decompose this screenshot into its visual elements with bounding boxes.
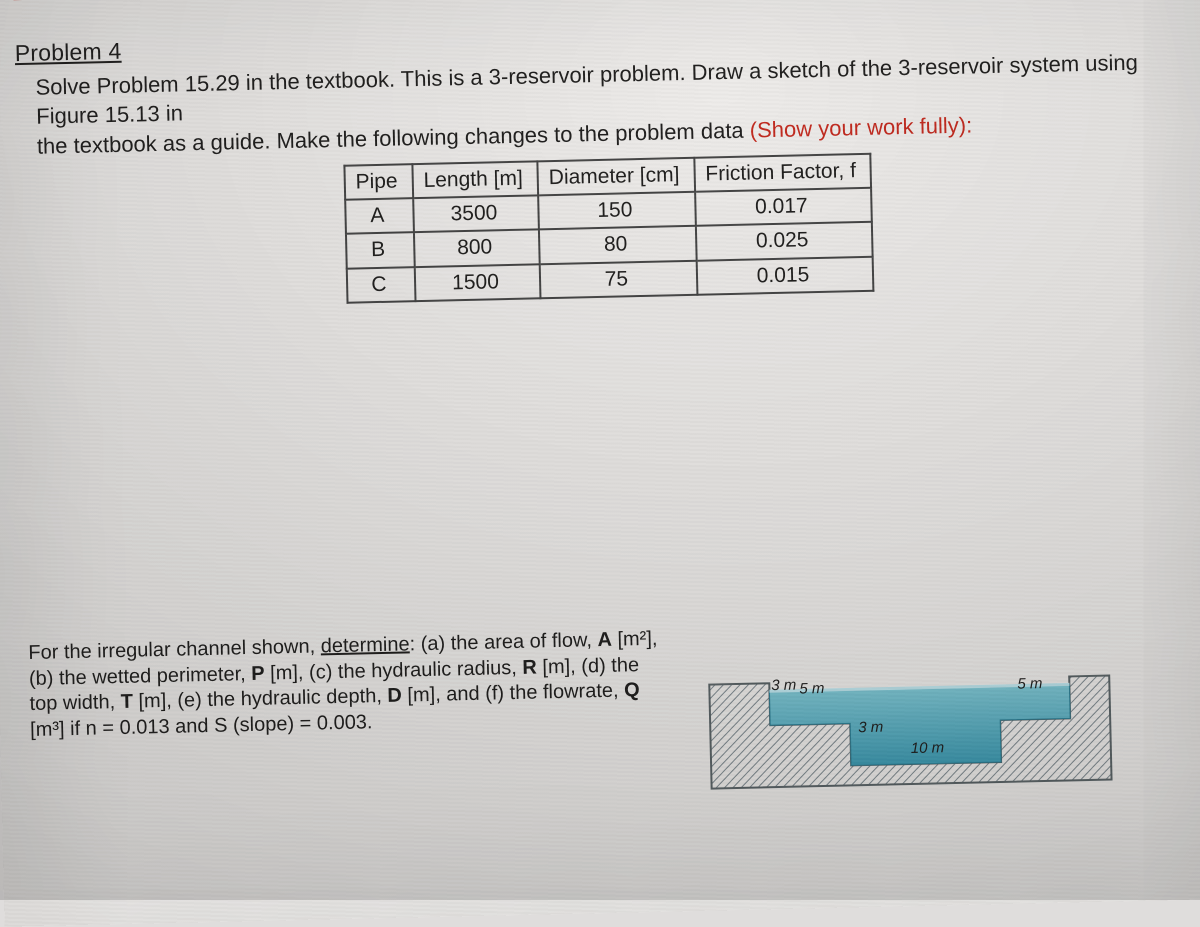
label-mid-depth: 3 m — [858, 718, 883, 739]
cell-length: 3500 — [413, 195, 539, 232]
label-left-depth: 3 m — [771, 676, 796, 697]
txt: [m], (e) the hydraulic depth, — [133, 685, 388, 713]
pipe-table: Pipe Length [m] Diameter [cm] Friction F… — [343, 153, 875, 304]
cell-friction: 0.017 — [695, 188, 872, 226]
txt: [m³] if n = 0.013 and S (slope) = 0.003. — [30, 711, 373, 741]
channel-problem-text: For the irregular channel shown, determi… — [28, 627, 670, 744]
txt: : (a) the area of flow, — [409, 629, 597, 655]
show-work-phrase: (Show your work fully): — [749, 113, 972, 143]
var-A: A — [597, 629, 612, 651]
col-diameter: Diameter [cm] — [537, 158, 694, 196]
channel-cross-section-figure: 3 m 5 m 5 m 3 m 10 m — [698, 616, 1122, 825]
var-T: T — [120, 691, 133, 713]
txt-determine: determine — [320, 634, 409, 658]
cell-friction: 0.015 — [696, 257, 873, 295]
page-content: Show your work fully. Problem 4 Solve Pr… — [0, 0, 1200, 842]
var-Q: Q — [624, 680, 640, 702]
cell-friction: 0.025 — [696, 222, 873, 260]
label-bottom: 10 m — [911, 738, 945, 759]
cell-diameter: 75 — [540, 261, 697, 299]
partial-previous-line: Show your work fully. — [13, 0, 1193, 4]
var-D: D — [387, 685, 402, 707]
txt: For the irregular channel shown, — [28, 636, 321, 665]
channel-problem-block: For the irregular channel shown, determi… — [28, 614, 1200, 841]
var-P: P — [251, 662, 265, 684]
txt: [m], (c) the hydraulic radius, — [264, 657, 522, 685]
col-pipe: Pipe — [344, 164, 413, 200]
cell-diameter: 150 — [538, 192, 695, 230]
txt: [m], and (f) the flowrate, — [402, 680, 625, 707]
cell-length: 800 — [414, 230, 540, 267]
cell-pipe: C — [347, 267, 416, 303]
col-friction: Friction Factor, f — [694, 154, 871, 192]
label-right-top: 5 m — [1017, 674, 1042, 695]
cell-length: 1500 — [415, 264, 541, 301]
cell-pipe: A — [345, 198, 414, 234]
col-length: Length [m] — [412, 161, 538, 198]
document-page: Show your work fully. Problem 4 Solve Pr… — [0, 0, 1200, 927]
label-left-top: 5 m — [799, 679, 824, 700]
cell-diameter: 80 — [539, 226, 696, 264]
cell-pipe: B — [346, 233, 415, 269]
var-R: R — [522, 656, 537, 678]
channel-svg — [698, 616, 1122, 825]
